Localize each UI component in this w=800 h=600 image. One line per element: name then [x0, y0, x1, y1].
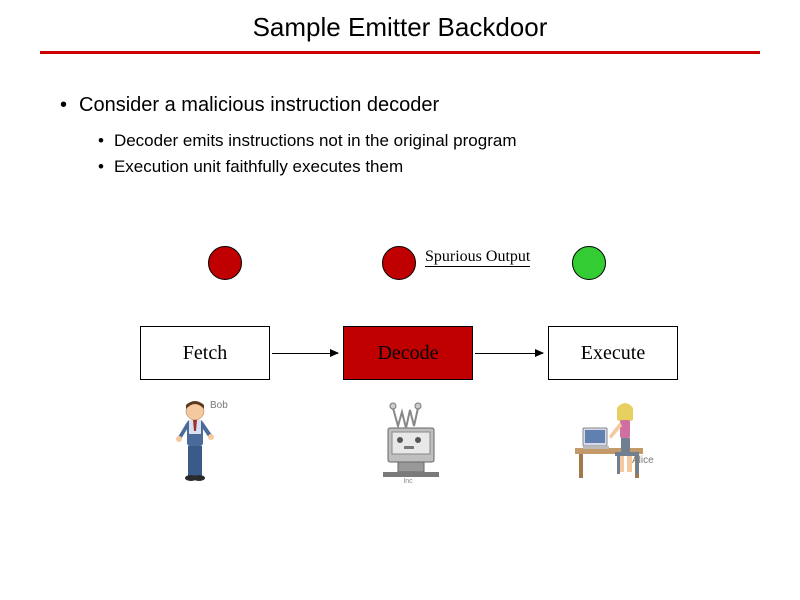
fetch-box: Fetch [140, 326, 270, 380]
alice-figure-icon [565, 398, 655, 508]
diagram: Spurious Output Fetch Decode Execute Bob [0, 230, 800, 570]
bullet-text: Execution unit faithfully executes them [114, 157, 403, 177]
machine-figure-icon: Inc [368, 398, 458, 508]
bullet-text: Decoder emits instructions not in the or… [114, 131, 517, 151]
box-label: Execute [581, 342, 645, 365]
signal-circle-green [572, 246, 606, 280]
bullet-level2: • Decoder emits instructions not in the … [98, 131, 740, 151]
bob-label: Bob [210, 400, 228, 411]
bullet-level2: • Execution unit faithfully executes the… [98, 157, 740, 177]
page-title: Sample Emitter Backdoor [0, 12, 800, 43]
signal-circle-red [208, 246, 242, 280]
decode-box: Decode [343, 326, 473, 380]
bullet-text: Consider a malicious instruction decoder [79, 94, 439, 117]
arrow-decode-to-execute [475, 353, 543, 354]
bullet-level1: • Consider a malicious instruction decod… [60, 94, 740, 117]
arrow-fetch-to-decode [272, 353, 338, 354]
alice-label: Alice [632, 455, 654, 466]
content-area: • Consider a malicious instruction decod… [0, 54, 800, 177]
execute-box: Execute [548, 326, 678, 380]
bullet-dot: • [98, 131, 104, 151]
spurious-output-label: Spurious Output [425, 248, 530, 267]
box-label: Fetch [183, 342, 227, 365]
bob-figure-icon [160, 395, 250, 505]
title-area: Sample Emitter Backdoor [0, 0, 800, 43]
bullet-dot: • [98, 157, 104, 177]
svg-text:Inc: Inc [403, 478, 413, 485]
bullet-dot: • [60, 94, 67, 117]
signal-circle-red [382, 246, 416, 280]
box-label: Decode [377, 342, 438, 365]
